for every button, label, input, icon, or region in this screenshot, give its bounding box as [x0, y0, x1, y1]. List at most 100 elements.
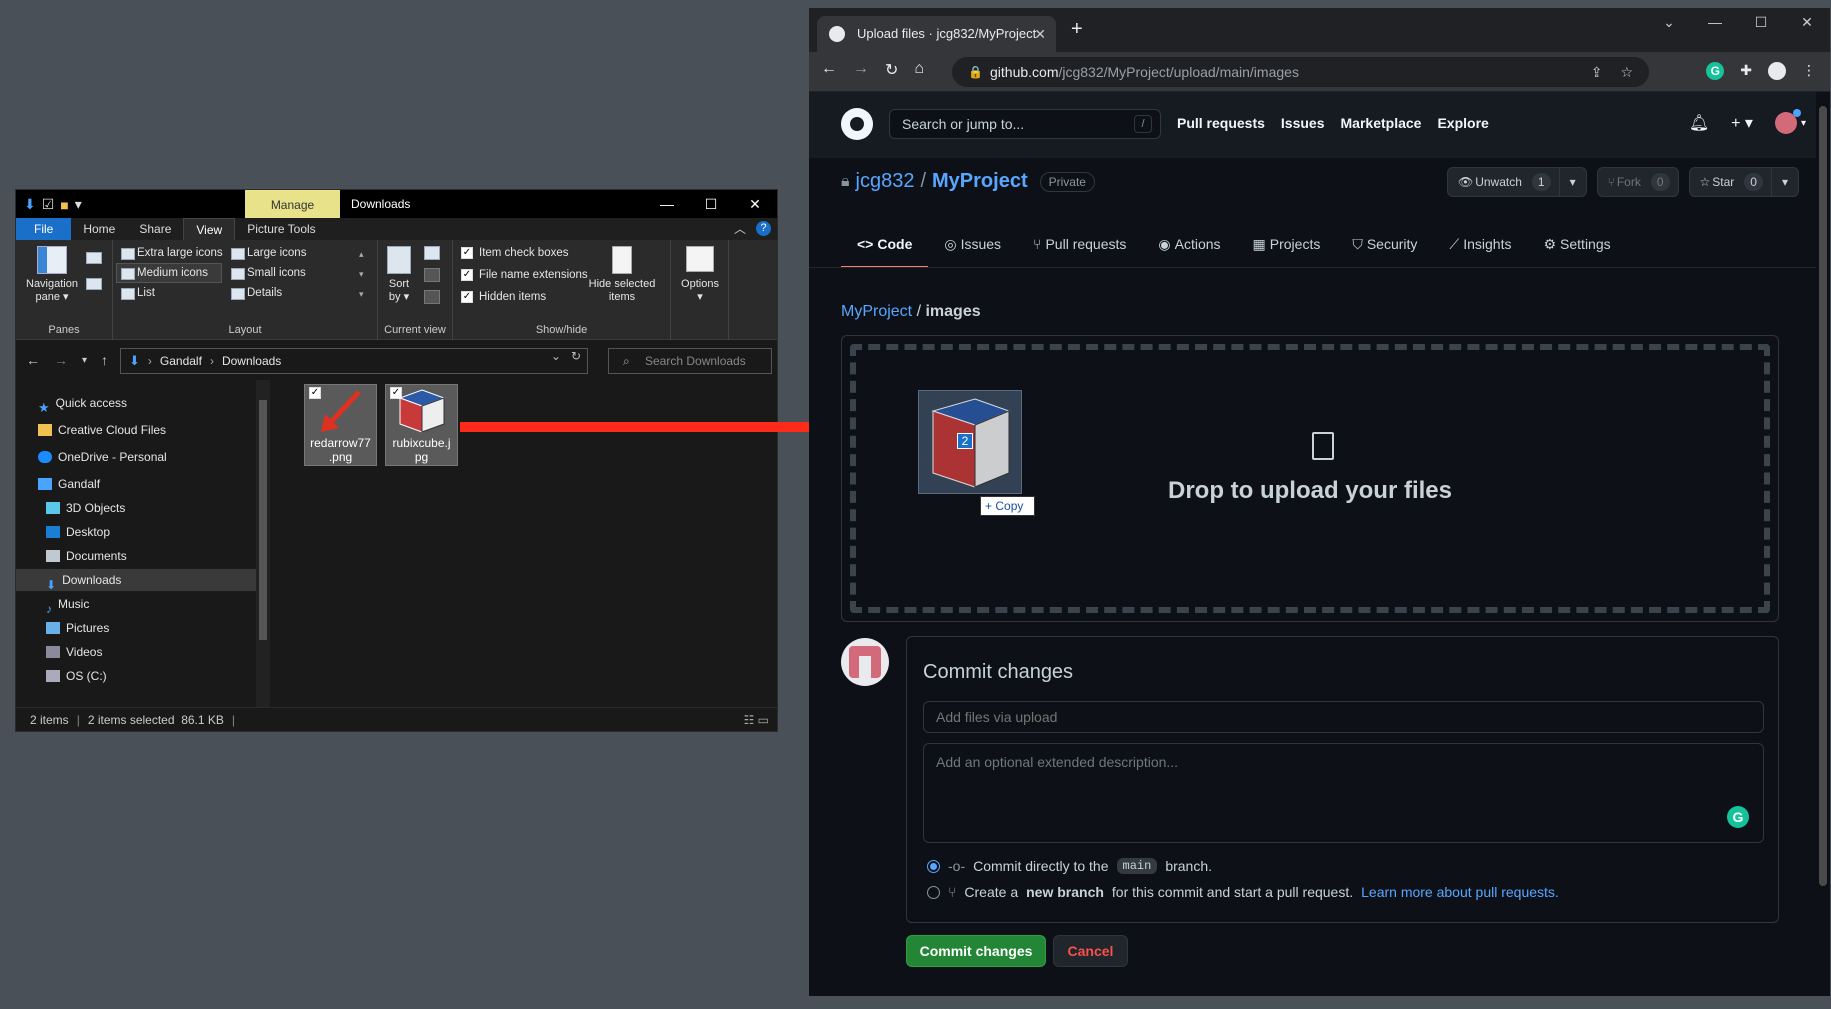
- file-item-rubixcube[interactable]: ✓ rubixcube.j pg: [385, 384, 458, 466]
- nav-pane-scrollbar[interactable]: [256, 380, 270, 708]
- lock-icon[interactable]: 🔒: [968, 57, 983, 87]
- tab-pull-requests[interactable]: ⑂ Pull requests: [1017, 226, 1142, 268]
- unwatch-button[interactable]: 👁︎ Unwatch 1 ▾: [1446, 167, 1587, 197]
- layout-details[interactable]: Details: [227, 284, 282, 302]
- address-root[interactable]: Gandalf: [160, 354, 202, 368]
- refresh-icon[interactable]: ↻: [571, 349, 581, 363]
- home-icon[interactable]: ⌂: [914, 60, 924, 80]
- file-name-extensions-toggle[interactable]: ✓ File name extensions: [459, 266, 588, 284]
- chevron-right-icon[interactable]: ›: [210, 354, 214, 368]
- address-bar[interactable]: 🔒 github.com/jcg832/MyProject/upload/mai…: [952, 57, 1649, 87]
- puzzle-extensions-icon[interactable]: ✚: [1740, 62, 1752, 80]
- page-scrollbar[interactable]: [1816, 92, 1830, 996]
- nav-item-desktop[interactable]: Desktop: [16, 521, 256, 543]
- address-folder[interactable]: Downloads: [222, 354, 281, 368]
- nav-item-videos[interactable]: Videos: [16, 641, 256, 663]
- learn-more-link[interactable]: Learn more about pull requests.: [1361, 884, 1559, 900]
- fork-button[interactable]: ⑂ Fork 0: [1596, 167, 1679, 197]
- tab-code[interactable]: <> Code: [841, 226, 929, 268]
- new-folder-icon[interactable]: ■: [60, 197, 68, 213]
- chevron-down-icon[interactable]: ⌄: [551, 349, 561, 363]
- help-icon[interactable]: ?: [756, 221, 771, 236]
- plus-dropdown-icon[interactable]: + ▾: [1731, 113, 1753, 133]
- nav-item-pictures[interactable]: Pictures: [16, 617, 256, 639]
- nav-pull-requests[interactable]: Pull requests: [1177, 115, 1265, 131]
- tab-share[interactable]: Share: [127, 218, 183, 240]
- layout-list[interactable]: List: [117, 284, 155, 302]
- layout-medium-icons[interactable]: Medium icons: [116, 263, 222, 283]
- forward-arrow-icon[interactable]: →: [853, 60, 869, 80]
- tab-actions[interactable]: ◉ Actions: [1142, 226, 1236, 268]
- close-icon[interactable]: ✕: [733, 190, 777, 218]
- size-columns-icon[interactable]: [424, 290, 440, 304]
- group-by-icon[interactable]: [424, 246, 440, 260]
- item-check-boxes-toggle[interactable]: ✓ Item check boxes: [459, 244, 568, 262]
- share-icon[interactable]: ⇪: [1591, 57, 1603, 87]
- new-tab-icon[interactable]: +: [1071, 18, 1083, 41]
- user-menu[interactable]: ▾: [1774, 109, 1806, 134]
- commit-direct-option[interactable]: -o- Commit directly to the main branch.: [927, 858, 1212, 874]
- collapse-ribbon-icon[interactable]: ︿: [734, 220, 746, 237]
- breadcrumb-repo-link[interactable]: MyProject: [841, 303, 912, 320]
- radio-selected-icon[interactable]: [927, 859, 940, 873]
- layout-small-icons[interactable]: Small icons: [227, 264, 306, 282]
- reload-icon[interactable]: ↻: [885, 60, 898, 80]
- hide-selected-items-button[interactable]: Hide selected items: [583, 246, 661, 304]
- preview-pane-icon[interactable]: [86, 252, 102, 264]
- back-arrow-icon[interactable]: ←: [821, 60, 837, 80]
- repo-name-link[interactable]: MyProject: [932, 170, 1028, 193]
- close-tab-icon[interactable]: ✕: [1034, 16, 1046, 52]
- github-search-input[interactable]: Search or jump to... /: [889, 109, 1161, 139]
- commit-description-textarea[interactable]: Add an optional extended description... …: [923, 743, 1764, 843]
- tab-view[interactable]: View: [183, 218, 236, 240]
- tab-home[interactable]: Home: [71, 218, 127, 240]
- sort-by-button[interactable]: Sort by ▾: [384, 246, 414, 304]
- layout-extra-large-icons[interactable]: Extra large icons: [117, 244, 223, 262]
- nav-item-music[interactable]: ♪ Music: [16, 593, 256, 616]
- forward-arrow-icon[interactable]: →: [54, 352, 68, 370]
- chevron-right-icon[interactable]: ›: [148, 354, 152, 368]
- page-scroll-thumb[interactable]: [1819, 106, 1827, 886]
- bookmark-star-icon[interactable]: ☆: [1620, 57, 1633, 87]
- file-item-redarrow[interactable]: ✓ redarrow77 .png: [304, 384, 377, 466]
- nav-pane-scroll-thumb[interactable]: [259, 400, 267, 640]
- nav-item-downloads[interactable]: ⬇ Downloads: [16, 569, 256, 592]
- bell-icon[interactable]: 🔔︎: [1689, 113, 1709, 133]
- manage-contextual-tab[interactable]: Manage: [245, 190, 340, 218]
- hidden-items-toggle[interactable]: ✓ Hidden items: [459, 288, 546, 306]
- qat-dropdown-icon[interactable]: ▾: [75, 196, 82, 213]
- nav-marketplace[interactable]: Marketplace: [1341, 115, 1422, 131]
- nav-item-this-pc[interactable]: Gandalf: [16, 473, 256, 495]
- minimize-icon[interactable]: —: [645, 190, 689, 218]
- cancel-button[interactable]: Cancel: [1053, 935, 1128, 967]
- layout-large-icons[interactable]: Large icons: [227, 244, 306, 262]
- profile-icon[interactable]: [1768, 62, 1786, 80]
- repo-owner-link[interactable]: jcg832: [856, 170, 915, 193]
- nav-explore[interactable]: Explore: [1437, 115, 1488, 131]
- details-pane-icon[interactable]: [86, 278, 102, 290]
- tab-file[interactable]: File: [16, 218, 72, 240]
- properties-icon[interactable]: ☑: [42, 196, 55, 213]
- minimize-icon[interactable]: —: [1692, 14, 1738, 31]
- nav-item-creative-cloud[interactable]: Creative Cloud Files: [16, 419, 256, 441]
- close-icon[interactable]: ✕: [1784, 14, 1830, 31]
- grammarly-icon[interactable]: G: [1727, 806, 1749, 828]
- tab-insights[interactable]: ⟋ Insights: [1433, 226, 1527, 268]
- tab-settings[interactable]: ⚙ Settings: [1527, 226, 1626, 268]
- search-downloads-input[interactable]: ⌕ Search Downloads: [608, 348, 772, 374]
- tab-issues[interactable]: ◎ Issues: [928, 226, 1017, 268]
- up-arrow-icon[interactable]: ↑: [101, 352, 108, 370]
- chevron-down-icon[interactable]: ▾: [1770, 168, 1798, 196]
- chevron-down-icon[interactable]: ▾: [1558, 168, 1586, 196]
- nav-issues[interactable]: Issues: [1281, 115, 1325, 131]
- tab-projects[interactable]: ▦ Projects: [1237, 226, 1337, 268]
- add-columns-icon[interactable]: [424, 268, 440, 282]
- maximize-icon[interactable]: ☐: [689, 190, 733, 218]
- nav-item-documents[interactable]: Documents: [16, 545, 256, 567]
- nav-item-3d-objects[interactable]: 3D Objects: [16, 497, 256, 519]
- commit-new-branch-option[interactable]: ⑂ Create a new branch for this commit an…: [927, 884, 1559, 900]
- maximize-icon[interactable]: ☐: [1738, 14, 1784, 31]
- nav-item-quick-access[interactable]: ★ Quick access: [16, 392, 256, 415]
- grammarly-extension-icon[interactable]: G: [1706, 62, 1725, 80]
- recent-locations-icon[interactable]: ▾: [82, 352, 87, 370]
